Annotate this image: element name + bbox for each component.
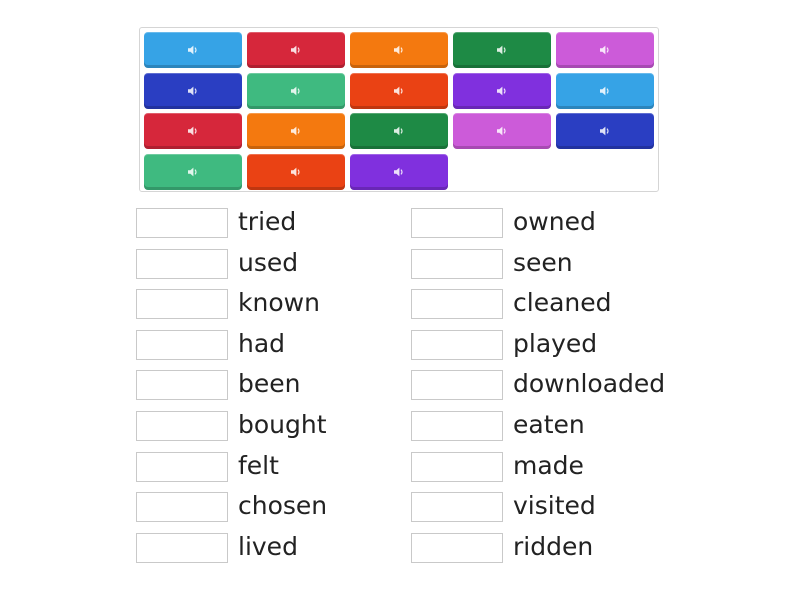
speaker-icon (188, 45, 197, 55)
audio-tile[interactable] (247, 32, 345, 68)
audio-tile[interactable] (144, 153, 242, 190)
audio-tile[interactable] (350, 72, 448, 109)
speaker-icon (497, 45, 506, 55)
speaker-icon (600, 45, 609, 55)
answer-slot-left[interactable] (136, 248, 228, 279)
audio-tile[interactable] (350, 32, 448, 68)
word-label: felt (238, 450, 279, 480)
audio-tile[interactable] (247, 72, 345, 109)
audio-tile[interactable] (144, 113, 242, 149)
word-label: visited (513, 491, 596, 521)
word-label: played (513, 328, 598, 358)
audio-tile[interactable] (247, 113, 345, 149)
answer-slot-right[interactable] (411, 329, 503, 360)
audio-tile[interactable] (453, 32, 551, 68)
audio-tile[interactable] (453, 113, 551, 149)
answer-slot-left[interactable] (136, 451, 228, 482)
speaker-icon (291, 126, 300, 136)
speaker-icon (188, 167, 197, 176)
speaker-icon (188, 86, 197, 95)
word-label: chosen (238, 491, 328, 521)
word-label: owned (513, 207, 596, 236)
audio-tile[interactable] (556, 72, 654, 109)
word-label: cleaned (513, 288, 612, 318)
speaker-icon (600, 126, 609, 136)
answer-slot-right[interactable] (411, 208, 503, 238)
audio-tile-tray (139, 27, 659, 192)
audio-tile[interactable] (556, 32, 654, 68)
answer-slot-right[interactable] (411, 492, 503, 523)
answer-slot-right[interactable] (411, 532, 503, 563)
answer-slot-right[interactable] (411, 248, 503, 279)
answer-slot-right[interactable] (411, 411, 503, 441)
answer-slot-left[interactable] (136, 208, 228, 238)
audio-tile[interactable] (350, 153, 448, 190)
word-label: seen (513, 247, 573, 277)
word-label: lived (238, 531, 298, 561)
answer-slot-left[interactable] (136, 492, 228, 523)
audio-tile[interactable] (247, 153, 345, 190)
speaker-icon (291, 167, 300, 176)
word-label: known (238, 288, 320, 318)
audio-tile[interactable] (556, 113, 654, 149)
word-label: tried (238, 207, 297, 236)
answer-slot-left[interactable] (136, 411, 228, 441)
speaker-icon (291, 45, 300, 55)
word-label: ridden (513, 531, 594, 561)
word-label: used (238, 247, 299, 277)
answer-slot-left[interactable] (136, 329, 228, 360)
speaker-icon (188, 126, 197, 136)
speaker-icon (394, 126, 403, 136)
speaker-icon (394, 45, 403, 55)
answer-slot-left[interactable] (136, 289, 228, 320)
speaker-icon (497, 86, 506, 95)
audio-tile[interactable] (144, 72, 242, 109)
word-label: had (238, 328, 286, 358)
speaker-icon (600, 86, 609, 95)
word-label: bought (238, 410, 327, 439)
audio-tile[interactable] (350, 113, 448, 149)
answer-slot-left[interactable] (136, 370, 228, 401)
word-label: downloaded (513, 369, 666, 399)
answer-slot-right[interactable] (411, 289, 503, 320)
word-label: made (513, 450, 584, 480)
speaker-icon (394, 86, 403, 95)
answer-slot-right[interactable] (411, 370, 503, 401)
audio-tile[interactable] (144, 32, 242, 68)
word-label: been (238, 369, 301, 399)
answer-slot-right[interactable] (411, 451, 503, 482)
answer-slot-left[interactable] (136, 532, 228, 563)
audio-tile[interactable] (453, 72, 551, 109)
speaker-icon (497, 126, 506, 136)
word-label: eaten (513, 410, 585, 439)
speaker-icon (291, 86, 300, 95)
speaker-icon (394, 167, 403, 176)
